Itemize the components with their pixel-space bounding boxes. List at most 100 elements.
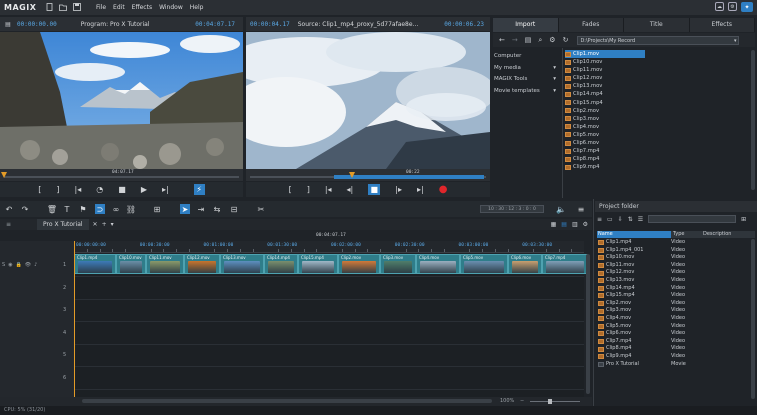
project-folder-row[interactable]: Clip6.mov Video — [597, 330, 747, 338]
timecode-field[interactable]: 10 : 30 : 12 : 3 : 0 : 0 — [480, 205, 544, 213]
source-next-frame-icon[interactable]: |▸ — [395, 185, 402, 194]
project-folder-row[interactable]: Clip13.mov Video — [597, 277, 747, 285]
timeline-clip[interactable]: Clip7.mp4 — [542, 254, 588, 274]
menu-effects[interactable]: Effects — [132, 4, 152, 11]
tab-close-icon[interactable]: ✕ — [93, 221, 98, 228]
timeline-vscroll[interactable] — [586, 254, 590, 394]
grid-view-icon[interactable]: ▦ — [551, 221, 557, 228]
save-icon[interactable] — [73, 3, 81, 11]
tab-project[interactable]: Pro X Tutorial — [37, 219, 89, 230]
project-folder-scrollbar[interactable] — [751, 239, 755, 399]
file-item[interactable]: Clip6.mov — [565, 139, 645, 147]
col-description[interactable]: Description — [701, 231, 731, 238]
snap-icon[interactable]: ⊃ — [95, 204, 105, 214]
file-item[interactable]: Clip10.mov — [565, 58, 645, 66]
source-scrubber[interactable]: 00:22 — [246, 169, 490, 181]
go-end-icon[interactable]: ▸| — [162, 185, 169, 194]
tab-fades[interactable]: Fades — [559, 18, 624, 32]
monitor-menu-icon[interactable]: ▤ — [3, 21, 13, 28]
source-go-end-icon[interactable]: ▸| — [417, 185, 424, 194]
file-item[interactable]: Clip8.mp4 — [565, 155, 645, 163]
fit-icon[interactable]: ⊞ — [152, 204, 162, 214]
tab-import[interactable]: Import — [493, 18, 559, 32]
pf-menu-icon[interactable]: ≡ — [597, 216, 602, 223]
add-tab-icon[interactable]: + — [102, 221, 107, 228]
project-folder-row[interactable]: Clip4.mov Video — [597, 315, 747, 323]
menu-edit[interactable]: Edit — [113, 4, 125, 11]
zoom-handle[interactable] — [548, 399, 552, 404]
file-item[interactable]: Clip2.mov — [565, 107, 645, 115]
file-item[interactable]: Clip3.mov — [565, 115, 645, 123]
import-scrollbar[interactable] — [751, 50, 755, 190]
play-icon[interactable]: ▶ — [141, 185, 147, 194]
program-playhead[interactable] — [1, 172, 7, 178]
path-field[interactable]: D:\Projects\My Record ▾ — [577, 35, 740, 45]
redo-icon[interactable]: ↷ — [20, 204, 30, 214]
tree-item-my-media[interactable]: My media ▾ — [494, 63, 560, 75]
timeline-clip[interactable]: Clip12.mov — [184, 254, 220, 274]
forward-icon[interactable]: → — [512, 36, 518, 44]
cut-icon[interactable]: ✂ — [256, 204, 266, 214]
timeline-clip[interactable]: Clip5.mov — [460, 254, 508, 274]
file-item[interactable]: Clip11.mov — [565, 66, 645, 74]
up-folder-icon[interactable]: ▤ — [525, 36, 532, 44]
file-item[interactable]: Clip12.mov — [565, 74, 645, 82]
loop-icon[interactable]: ◔ — [96, 185, 103, 194]
project-folder-row[interactable]: Clip3.mov Video — [597, 307, 747, 315]
link-icon[interactable]: ∞ — [111, 204, 121, 214]
range-tool-icon[interactable]: ⇥ — [196, 204, 206, 214]
unlink-icon[interactable]: ⛓ — [126, 204, 136, 214]
record-icon[interactable]: ● — [439, 184, 448, 195]
timeline-clip[interactable]: Clip3.mov — [380, 254, 416, 274]
settings-icon[interactable]: ⚙ — [549, 36, 555, 44]
file-item[interactable]: Clip14.mp4 — [565, 90, 645, 98]
timeline-clip[interactable]: Clip10.mov — [116, 254, 146, 274]
zoom-slider[interactable] — [530, 401, 580, 402]
timeline-ruler[interactable]: 00:00:00:00 00:00:30:00 00:01:00:00 00:01:3… — [74, 241, 584, 253]
volume-icon[interactable]: 🔈 — [556, 204, 566, 214]
project-folder-row[interactable]: Clip14.mp4 Video — [597, 285, 747, 293]
refresh-icon[interactable]: ↻ — [563, 36, 569, 44]
pf-sort-icon[interactable]: ⇅ — [628, 216, 633, 223]
timeline-clip[interactable]: Clip6.mov — [508, 254, 542, 274]
new-file-icon[interactable] — [46, 3, 53, 11]
project-folder-row[interactable]: Pro X Tutorial Movie — [597, 361, 747, 369]
source-go-start-icon[interactable]: |◂ — [325, 185, 332, 194]
project-folder-row[interactable]: Clip9.mp4 Video — [597, 353, 747, 361]
source-prev-frame-icon[interactable]: ◂| — [347, 185, 354, 194]
timeline-clip[interactable]: Clip15.mp4 — [298, 254, 338, 274]
file-item[interactable]: Clip15.mp4 — [565, 99, 645, 107]
project-folder-row[interactable]: Clip5.mov Video — [597, 323, 747, 331]
col-name[interactable]: Name — [597, 231, 671, 238]
source-playhead[interactable] — [349, 172, 355, 178]
zoom-out-icon[interactable]: − — [520, 398, 524, 404]
menu-file[interactable]: File — [96, 4, 106, 11]
delete-icon[interactable]: 🗑 — [47, 204, 57, 214]
zoom-level[interactable]: 100% — [500, 398, 514, 404]
marker-icon[interactable]: ⚑ — [78, 204, 88, 214]
pf-search-input[interactable] — [648, 215, 737, 223]
mark-out-icon[interactable]: ] — [56, 185, 59, 194]
search-icon[interactable]: ⌕ — [538, 36, 542, 45]
stop-icon[interactable]: ■ — [118, 185, 126, 194]
track-solo-icon[interactable]: S — [2, 262, 5, 268]
timeline-playhead[interactable] — [74, 241, 75, 399]
user-icon[interactable]: ✦ — [741, 2, 753, 12]
menu-help[interactable]: Help — [190, 4, 204, 11]
tab-title[interactable]: Title — [624, 18, 690, 32]
timeline-settings-icon[interactable]: ⚙ — [583, 221, 588, 228]
project-folder-row[interactable]: Clip2.mov Video — [597, 300, 747, 308]
pointer-icon[interactable]: ➤ — [180, 204, 190, 214]
pf-list-icon[interactable]: ☰ — [638, 216, 643, 223]
timeline-view-icon[interactable]: ▤ — [561, 221, 567, 228]
open-folder-icon[interactable] — [59, 3, 67, 11]
tab-dropdown-icon[interactable]: ▾ — [111, 221, 114, 228]
file-item[interactable]: Clip1.mov — [565, 50, 645, 59]
tree-item-magix-tools[interactable]: MAGIX Tools ▾ — [494, 74, 560, 86]
program-scrubber[interactable]: 04:07.17 — [0, 169, 243, 181]
pf-folder-icon[interactable]: ▭ — [607, 216, 613, 223]
track-lock-icon[interactable]: 🔒 — [16, 262, 22, 268]
col-type[interactable]: Type — [671, 231, 701, 238]
slip-tool-icon[interactable]: ⇆ — [212, 204, 222, 214]
pf-view-icon[interactable]: ⊞ — [741, 216, 746, 223]
